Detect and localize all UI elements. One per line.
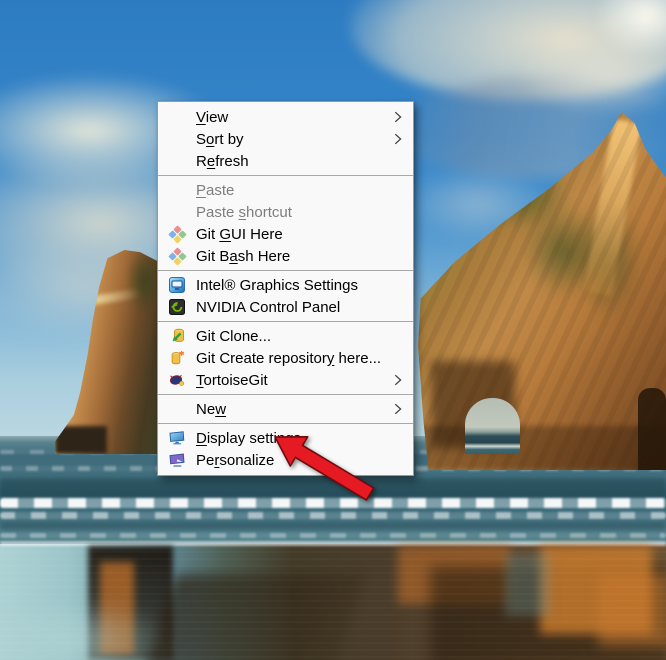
label-accel: w [215,401,226,418]
menu-item-label: New [196,401,387,418]
intel-graphics-icon [169,277,185,293]
menu-item-git-gui-here[interactable]: Git GUI Here [158,223,413,245]
menu-item-label: Refresh [196,153,387,170]
wave-shadow [0,522,666,530]
label-pre: Git B [196,248,229,265]
menu-item-paste-shortcut[interactable]: Paste shortcut [158,201,413,223]
label-post: here... [334,350,381,367]
rock-recess [638,388,666,470]
menu-item-git-bash-here[interactable]: Git Bash Here [158,245,413,267]
icon-slot [158,350,196,366]
rock-shadow [405,426,666,470]
display-settings-icon [169,430,185,446]
icon-slot [158,228,196,241]
label-accel: e [207,153,215,170]
menu-item-label: Paste shortcut [196,204,387,221]
red-annotation-arrow [255,424,395,516]
icon-slot [158,452,196,468]
label-pre: Git Create repositor [196,350,327,367]
label-pre: R [196,153,207,170]
menu-item-refresh[interactable]: Refresh [158,150,413,172]
git-icon [168,225,186,243]
label-pre: Ne [196,401,215,418]
label-pre: S [196,131,206,148]
label-pre: Pe [196,452,214,469]
label-pre: Paste [196,204,239,221]
label-pre: Git [196,226,219,243]
menu-item-label: Git Create repository here... [196,350,387,367]
label-post: sh Here [238,248,291,265]
label-accel: D [196,430,207,447]
menu-item-label: Sort by [196,131,387,148]
menu-item-intel-graphics-settings[interactable]: Intel® Graphics Settings [158,274,413,296]
tortoisegit-icon [169,372,185,388]
menu-separator [158,175,413,176]
label-post: UI Here [231,226,283,243]
sand-texture [0,544,666,660]
icon-slot [158,299,196,315]
submenu-chevron-icon [387,403,409,415]
desktop-background[interactable]: View Sort by Refresh Paste Paste shortcu… [0,0,666,660]
menu-item-nvidia-control-panel[interactable]: NVIDIA Control Panel [158,296,413,318]
menu-item-label: Git Bash Here [196,248,387,265]
submenu-chevron-icon [387,111,409,123]
label-accel: P [196,182,206,199]
label-accel: a [229,248,237,265]
label-post: hortcut [246,204,292,221]
menu-item-label: Git Clone... [196,328,387,345]
personalize-icon [169,452,185,468]
label-accel: s [239,204,247,221]
menu-item-new[interactable]: New [158,398,413,420]
nvidia-icon [169,299,185,315]
icon-slot [158,328,196,344]
menu-item-label: View [196,109,387,126]
label-pre: Git Clone... [196,328,271,345]
icon-slot [158,250,196,263]
icon-slot [158,430,196,446]
menu-item-tortoisegit[interactable]: TortoiseGit [158,369,413,391]
label-post: fresh [215,153,248,170]
menu-separator [158,321,413,322]
menu-item-view[interactable]: View [158,106,413,128]
menu-item-label: Intel® Graphics Settings [196,277,387,294]
git-icon [168,247,186,265]
menu-item-label: Paste [196,182,387,199]
label-accel: G [219,226,231,243]
sea-arch-opening [465,398,520,454]
submenu-chevron-icon [387,374,409,386]
menu-item-label: NVIDIA Control Panel [196,299,387,316]
icon-slot [158,277,196,293]
wet-sand-beach [0,544,666,660]
git-create-repo-icon [169,350,185,366]
menu-separator [158,394,413,395]
label-post: aste [206,182,234,199]
desktop-context-menu: View Sort by Refresh Paste Paste shortcu… [157,101,414,476]
menu-item-label: Git GUI Here [196,226,387,243]
menu-separator [158,270,413,271]
wave-foam [0,533,666,538]
menu-item-paste[interactable]: Paste [158,179,413,201]
git-clone-icon [169,328,185,344]
label-post: ortoiseGit [204,372,268,389]
label-pre: NVIDIA Control Panel [196,299,340,316]
menu-item-git-create-repository-here[interactable]: Git Create repository here... [158,347,413,369]
label-post: iew [206,109,229,126]
icon-slot [158,372,196,388]
label-accel: V [196,109,206,126]
label-post: rt by [214,131,243,148]
menu-item-label: TortoiseGit [196,372,387,389]
label-accel: T [196,372,204,389]
menu-item-git-clone[interactable]: Git Clone... [158,325,413,347]
submenu-chevron-icon [387,133,409,145]
label-pre: Intel® Graphics Settings [196,277,358,294]
menu-item-sort-by[interactable]: Sort by [158,128,413,150]
